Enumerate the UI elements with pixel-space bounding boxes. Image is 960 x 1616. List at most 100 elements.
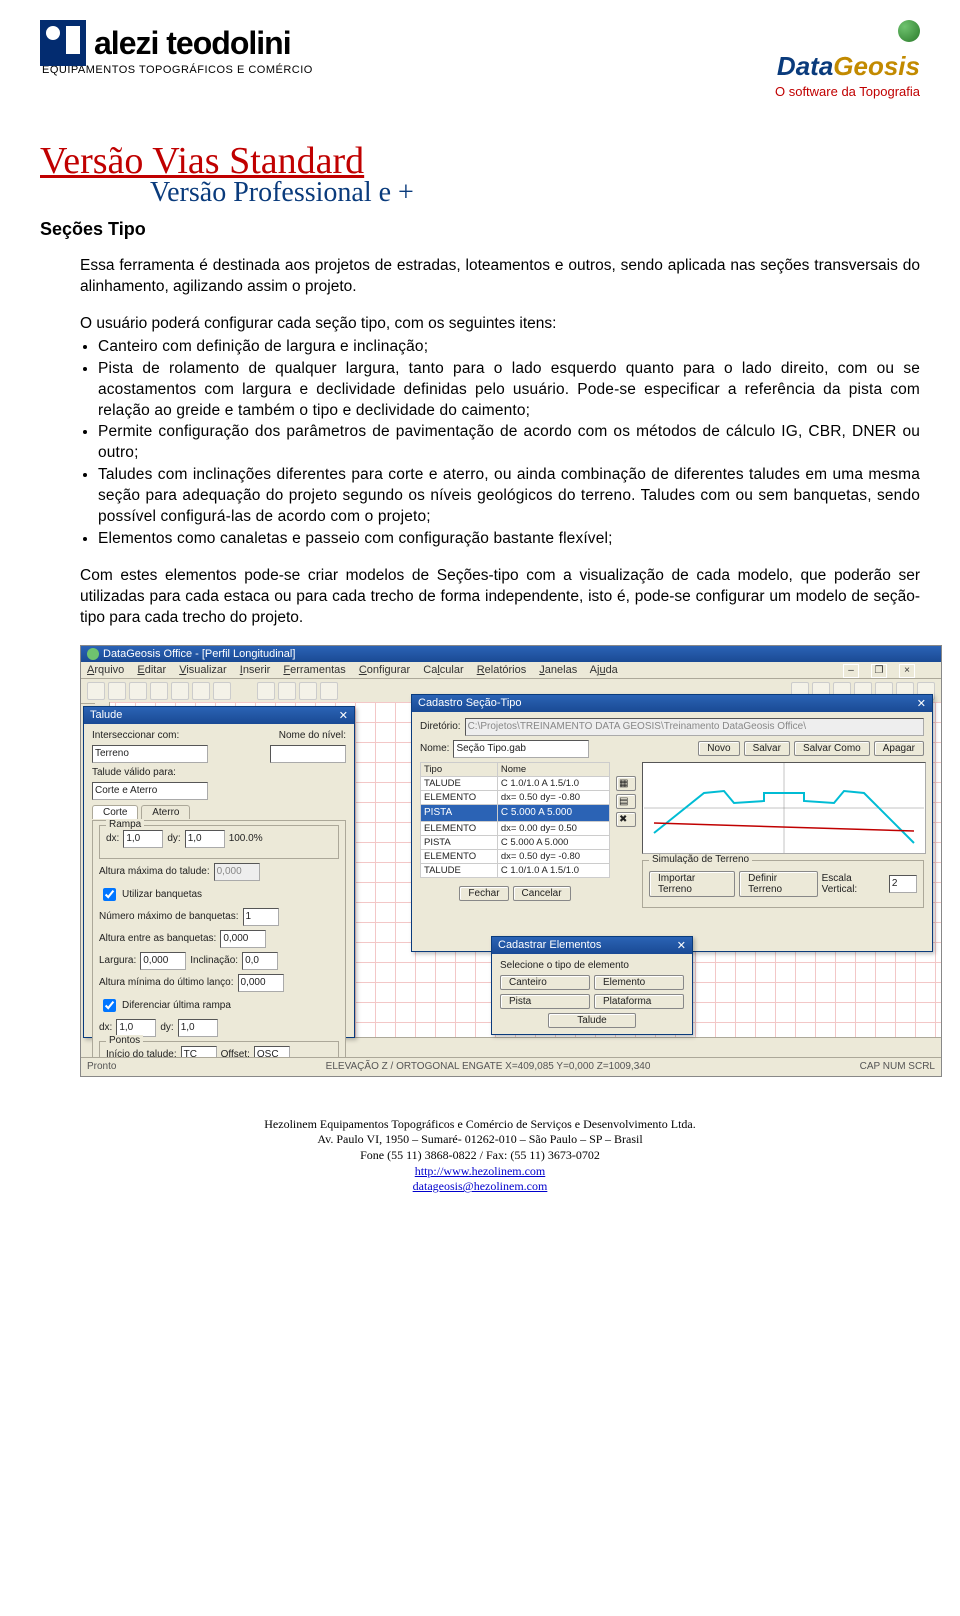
input-altentre[interactable]: 0,000 — [220, 930, 266, 948]
label-dy2: dy: — [160, 1022, 173, 1033]
elemento-button[interactable]: Elemento — [594, 975, 684, 990]
toolbar-btn[interactable] — [257, 682, 275, 700]
input-larg[interactable]: 0,000 — [140, 952, 186, 970]
label-dy: dy: — [167, 833, 180, 844]
talude-button[interactable]: Talude — [548, 1013, 636, 1028]
label-diretorio: Diretório: — [420, 721, 461, 732]
footer-line2: Av. Paulo VI, 1950 – Sumaré- 01262-010 –… — [40, 1132, 920, 1148]
canteiro-button[interactable]: Canteiro — [500, 975, 590, 990]
input-escala[interactable]: 2 — [889, 875, 917, 893]
app-titlebar: DataGeosis Office - [Perfil Longitudinal… — [81, 646, 941, 662]
toolbar-btn[interactable] — [192, 682, 210, 700]
toolbar-btn[interactable] — [171, 682, 189, 700]
fechar-button[interactable]: Fechar — [459, 886, 508, 901]
menu-ajuda[interactable]: Ajuda — [590, 664, 618, 676]
menu-visualizar[interactable]: Visualizar — [179, 664, 227, 676]
toolbar-btn[interactable] — [87, 682, 105, 700]
menubar[interactable]: AArquivorquivo Editar Visualizar Inserir… — [81, 662, 941, 679]
label-altmin: Altura mínima do último lanço: — [99, 977, 234, 988]
intro-paragraph: Essa ferramenta é destinada aos projetos… — [80, 256, 920, 298]
definir-terreno-button[interactable]: Definir Terreno — [739, 871, 817, 897]
select-inter[interactable]: Terreno — [92, 745, 208, 763]
menu-calcular[interactable]: Calcular — [423, 664, 463, 676]
label-dx2: dx: — [99, 1022, 112, 1033]
input-nome-nivel[interactable] — [270, 745, 346, 763]
pista-button[interactable]: Pista — [500, 994, 590, 1009]
input-nome[interactable]: Seção Tipo.gab — [453, 740, 589, 758]
toolbar-btn[interactable] — [129, 682, 147, 700]
toolbar-btn[interactable] — [150, 682, 168, 700]
footer-link[interactable]: http://www.hezolinem.com — [415, 1164, 546, 1178]
label-dx: dx: — [106, 833, 119, 844]
checkbox-dif-rampa[interactable] — [103, 999, 116, 1012]
cancel-button[interactable]: Cancelar — [513, 886, 571, 901]
menu-editar[interactable]: Editar — [137, 664, 166, 676]
importar-terreno-button[interactable]: Importar Terreno — [649, 871, 735, 897]
table-row[interactable]: TALUDEC 1.0/1.0 A 1.5/1.0 — [421, 776, 610, 790]
toolbar-btn[interactable] — [213, 682, 231, 700]
app-title: DataGeosis Office - [Perfil Longitudinal… — [103, 648, 295, 660]
close-icon[interactable]: ✕ — [339, 709, 348, 722]
elementos-title: Cadastrar Elementos — [498, 939, 601, 951]
table-row[interactable]: ELEMENTOdx= 0.50 dy= -0.80 — [421, 849, 610, 863]
dg-data: Data — [777, 51, 833, 81]
menu-ferramentas[interactable]: Ferramentas — [283, 664, 345, 676]
row-action-icon[interactable]: ▦ — [616, 776, 636, 791]
label-inter: Interseccionar com: — [92, 730, 179, 741]
input-altmin[interactable]: 0,000 — [238, 974, 284, 992]
input-dy[interactable]: 1,0 — [185, 830, 225, 848]
tab-corte[interactable]: Corte — [92, 805, 138, 819]
salvar-button[interactable]: Salvar — [744, 741, 790, 756]
salvar-como-button[interactable]: Salvar Como — [794, 741, 870, 756]
toolbar-btn[interactable] — [108, 682, 126, 700]
mdi-window-controls[interactable]: – ❐ × — [843, 664, 925, 678]
footer-line3: Fone (55 11) 3868-0822 / Fax: (55 11) 36… — [40, 1148, 920, 1164]
menu-janelas[interactable]: Janelas — [539, 664, 577, 676]
footer-email[interactable]: datageosis@hezolinem.com — [413, 1179, 548, 1193]
menu-inserir[interactable]: Inserir — [240, 664, 271, 676]
toolbar-btn[interactable] — [299, 682, 317, 700]
tab-aterro[interactable]: Aterro — [141, 805, 190, 819]
table-row[interactable]: ELEMENTOdx= 0.50 dy= -0.80 — [421, 790, 610, 804]
input-dx[interactable]: 1,0 — [123, 830, 163, 848]
th-tipo: Tipo — [421, 762, 498, 776]
input-incl[interactable]: 0,0 — [242, 952, 278, 970]
label-escala: Escala Vertical: — [822, 873, 885, 895]
label-altentre: Altura entre as banquetas: — [99, 933, 216, 944]
elementos-lead: Selecione o tipo de elemento — [500, 960, 684, 971]
status-mid: ELEVAÇÃO Z / ORTOGONAL ENGATE X=409,085 … — [326, 1061, 651, 1072]
toolbar-btn[interactable] — [278, 682, 296, 700]
checkbox-banquetas[interactable] — [103, 888, 116, 901]
plataforma-button[interactable]: Plataforma — [594, 994, 684, 1009]
brand-icon — [40, 20, 86, 66]
input-dy2[interactable]: 1,0 — [178, 1019, 218, 1037]
close-icon[interactable]: ✕ — [677, 939, 686, 952]
menu-configurar[interactable]: Configurar — [359, 664, 410, 676]
table-row-selected[interactable]: PISTAC 5.000 A 5.000 — [421, 804, 610, 821]
dg-tagline: O software da Topografia — [775, 84, 920, 99]
menu-relatorios[interactable]: Relatórios — [477, 664, 527, 676]
minimize-icon[interactable]: – — [843, 664, 859, 678]
row-action-icon[interactable]: ✖ — [616, 812, 636, 827]
label-altmax: Altura máxima do talude: — [99, 866, 210, 877]
table-row[interactable]: PISTAC 5.000 A 5.000 — [421, 835, 610, 849]
close-icon[interactable]: × — [899, 664, 915, 678]
page-header: alezi teodolini EQUIPAMENTOS TOPOGRÁFICO… — [40, 20, 920, 99]
apagar-button[interactable]: Apagar — [874, 741, 924, 756]
footer-line1: Hezolinem Equipamentos Topográficos e Co… — [40, 1117, 920, 1133]
brand-left: alezi teodolini EQUIPAMENTOS TOPOGRÁFICO… — [40, 20, 313, 76]
bullet-2: Pista de rolamento de qualquer largura, … — [98, 359, 920, 422]
restore-icon[interactable]: ❐ — [871, 664, 887, 678]
secao-table[interactable]: TipoNome TALUDEC 1.0/1.0 A 1.5/1.0 ELEME… — [420, 762, 610, 878]
table-row[interactable]: TALUDEC 1.0/1.0 A 1.5/1.0 — [421, 863, 610, 877]
table-row[interactable]: ELEMENTOdx= 0.00 dy= 0.50 — [421, 821, 610, 835]
novo-button[interactable]: Novo — [698, 741, 739, 756]
input-numbanq[interactable]: 1 — [243, 908, 279, 926]
row-action-icon[interactable]: ▤ — [616, 794, 636, 809]
group-pontos: Pontos — [106, 1035, 143, 1046]
toolbar-btn[interactable] — [320, 682, 338, 700]
close-icon[interactable]: ✕ — [917, 697, 926, 710]
menu-arquivo[interactable]: AArquivorquivo — [87, 664, 124, 676]
select-valido[interactable]: Corte e Aterro — [92, 782, 208, 800]
secao-preview — [642, 762, 926, 854]
